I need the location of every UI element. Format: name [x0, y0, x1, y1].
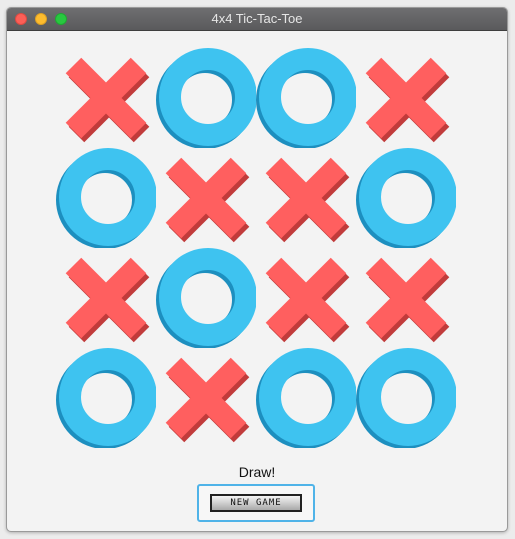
x-mark-icon [165, 357, 250, 443]
o-mark-icon [56, 148, 156, 248]
o-mark-icon [56, 348, 156, 448]
board-cell[interactable] [256, 348, 356, 448]
new-game-label: NEW GAME [210, 494, 302, 512]
window-title: 4x4 Tic-Tac-Toe [211, 11, 303, 26]
new-game-button[interactable]: NEW GAME [197, 484, 315, 522]
board-cell[interactable] [256, 248, 356, 348]
o-mark-icon [256, 348, 356, 448]
board-cell[interactable] [356, 248, 456, 348]
o-mark-icon [156, 248, 256, 348]
game-window: 4x4 Tic-Tac-Toe Draw! NEW GAME [6, 7, 508, 532]
board-cell[interactable] [56, 248, 156, 348]
x-mark-icon [265, 257, 350, 343]
board-cell[interactable] [156, 48, 256, 148]
board-cell[interactable] [356, 48, 456, 148]
game-status: Draw! [238, 464, 276, 480]
title-bar: 4x4 Tic-Tac-Toe [7, 8, 507, 31]
game-board [56, 48, 458, 450]
x-mark-icon [265, 157, 350, 243]
board-cell[interactable] [56, 148, 156, 248]
board-cell[interactable] [356, 348, 456, 448]
board-cell[interactable] [256, 48, 356, 148]
o-mark-icon [156, 48, 256, 148]
x-mark-icon [365, 57, 450, 143]
board-cell[interactable] [156, 348, 256, 448]
o-mark-icon [256, 48, 356, 148]
board-cell[interactable] [356, 148, 456, 248]
board-cell[interactable] [256, 148, 356, 248]
board-cell[interactable] [156, 248, 256, 348]
board-cell[interactable] [56, 348, 156, 448]
x-mark-icon [165, 157, 250, 243]
o-mark-icon [356, 348, 456, 448]
x-mark-icon [65, 257, 150, 343]
x-mark-icon [65, 57, 150, 143]
board-cell[interactable] [56, 48, 156, 148]
x-mark-icon [365, 257, 450, 343]
o-mark-icon [356, 148, 456, 248]
board-cell[interactable] [156, 148, 256, 248]
